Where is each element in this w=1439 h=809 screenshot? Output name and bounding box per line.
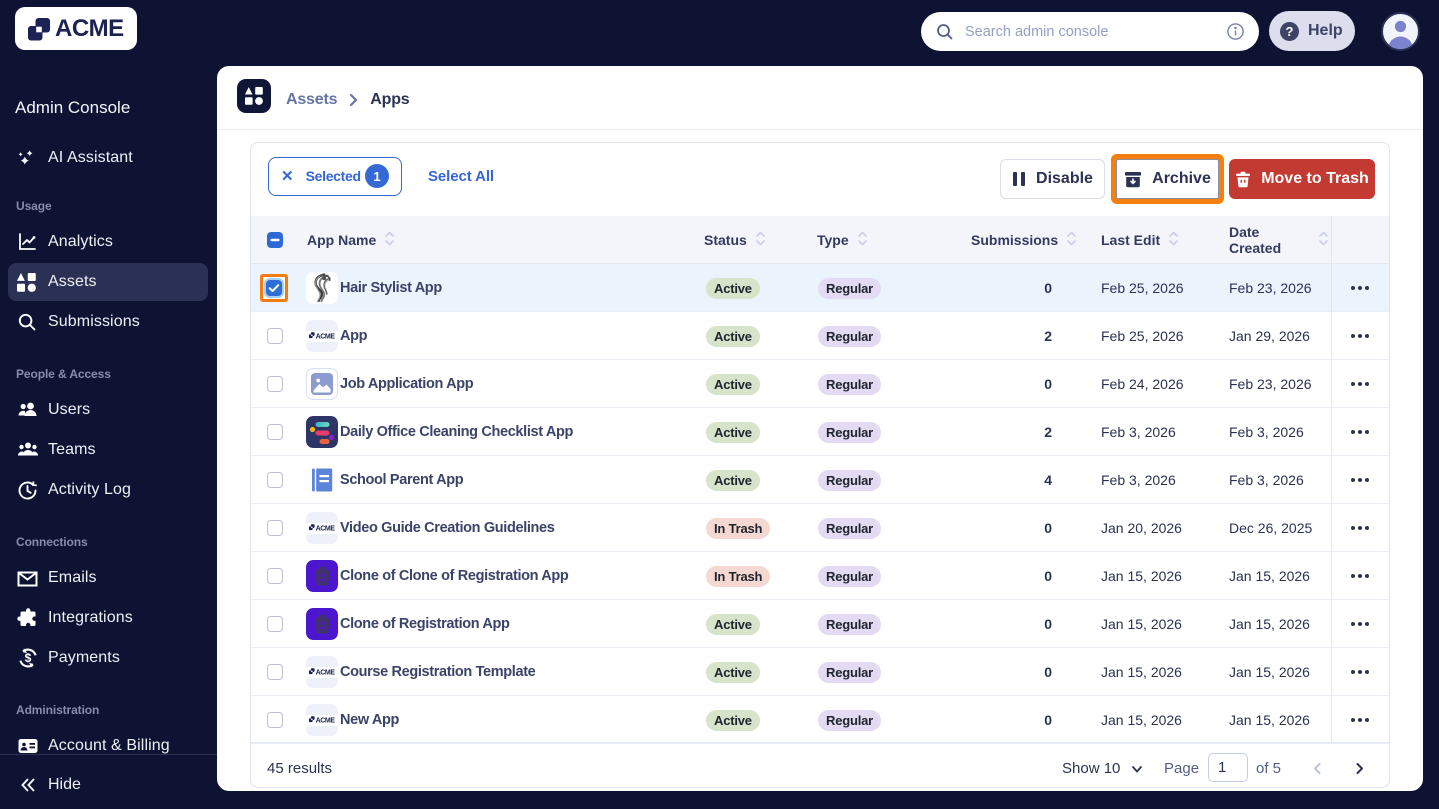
svg-text:$: $: [25, 651, 32, 665]
svg-text:ACME: ACME: [316, 526, 336, 532]
svg-text:ACME: ACME: [316, 718, 336, 724]
svg-text:ACME: ACME: [316, 334, 336, 340]
svg-text:ACME: ACME: [316, 670, 336, 676]
